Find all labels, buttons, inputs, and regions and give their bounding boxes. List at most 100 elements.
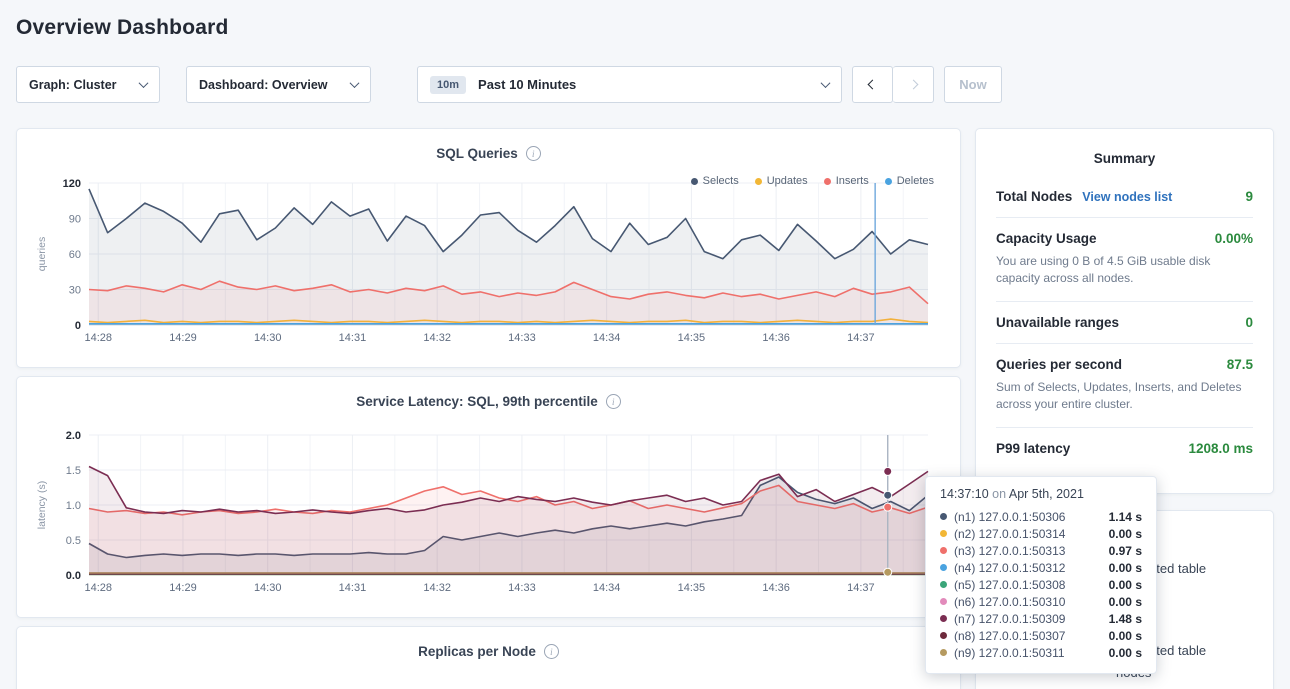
x-tick-label: 14:31 <box>339 582 367 594</box>
view-nodes-list-link[interactable]: View nodes list <box>1082 190 1172 204</box>
node-color-dot <box>940 649 947 656</box>
x-tick-label: 14:29 <box>169 582 197 594</box>
node-color-dot <box>940 632 947 639</box>
x-tick-label: 14:28 <box>84 332 112 344</box>
summary-panel: Summary Total Nodes View nodes list 9 Ca… <box>975 128 1274 494</box>
y-tick-label: 1.0 <box>66 500 81 512</box>
node-address: (n7) 127.0.0.1:50309 <box>954 612 1065 626</box>
time-range-label: Past 10 Minutes <box>478 77 822 92</box>
y-tick-label: 1.5 <box>66 465 81 477</box>
node-latency-value: 1.14 s <box>1109 510 1142 524</box>
node-latency-value: 0.00 s <box>1109 578 1142 592</box>
node-address: (n1) 127.0.0.1:50306 <box>954 510 1065 524</box>
x-tick-label: 14:37 <box>847 582 875 594</box>
tooltip-time: 14:37:10 <box>940 487 989 501</box>
node-color-dot <box>940 598 947 605</box>
info-icon[interactable]: i <box>526 146 541 161</box>
dashboard-selector-label: Dashboard: Overview <box>199 78 328 92</box>
sql-queries-chart-card: SQL Queries i SelectsUpdatesInsertsDelet… <box>16 128 961 368</box>
dashboard-toolbar: Graph: Cluster Dashboard: Overview 10m P… <box>0 66 1290 103</box>
tooltip-node-row: (n8) 127.0.0.1:50307 0.00 s <box>940 627 1142 644</box>
time-step-forward-button[interactable] <box>893 66 934 103</box>
y-tick-label: 90 <box>69 214 81 226</box>
legend-item-selects[interactable]: Selects <box>691 175 739 187</box>
now-button[interactable]: Now <box>944 66 1002 103</box>
summary-title: Summary <box>996 151 1253 166</box>
info-icon[interactable]: i <box>606 394 621 409</box>
y-tick-label: 0.5 <box>66 535 81 547</box>
chevron-down-icon <box>139 78 149 88</box>
node-color-dot <box>940 564 947 571</box>
y-axis-label: queries <box>36 237 48 271</box>
tooltip-node-row: (n4) 127.0.0.1:50312 0.00 s <box>940 559 1142 576</box>
legend-dot <box>824 178 831 185</box>
x-tick-label: 14:28 <box>84 582 112 594</box>
y-tick-label: 0 <box>75 320 81 332</box>
y-tick-label: 60 <box>69 249 81 261</box>
legend-item-updates[interactable]: Updates <box>755 175 808 187</box>
time-range-dropdown[interactable]: 10m Past 10 Minutes <box>417 66 842 103</box>
total-nodes-label: Total Nodes <box>996 189 1072 204</box>
tooltip-date: Apr 5th, 2021 <box>1009 487 1084 501</box>
x-tick-label: 14:36 <box>762 332 790 344</box>
node-latency-value: 0.00 s <box>1109 527 1142 541</box>
capacity-usage-subtext: You are using 0 B of 4.5 GiB usable disk… <box>996 253 1253 288</box>
x-tick-label: 14:30 <box>254 582 282 594</box>
sql-queries-chart[interactable]: 14:2814:2914:3014:3114:3214:3314:3414:35… <box>33 175 944 347</box>
node-address: (n3) 127.0.0.1:50313 <box>954 544 1065 558</box>
x-tick-label: 14:29 <box>169 332 197 344</box>
chevron-down-icon <box>350 78 360 88</box>
tooltip-connector: on <box>992 487 1006 501</box>
replicas-chart-header: Replicas per Node i <box>33 644 944 659</box>
summary-unavailable-ranges: Unavailable ranges 0 <box>996 302 1253 344</box>
graph-selector-label: Graph: Cluster <box>29 78 117 92</box>
x-tick-label: 14:37 <box>847 332 875 344</box>
y-tick-label: 0.0 <box>66 570 81 582</box>
node-latency-value: 0.00 s <box>1109 595 1142 609</box>
node-latency-value: 0.00 s <box>1109 646 1142 660</box>
tooltip-rows: (n1) 127.0.0.1:50306 1.14 s (n2) 127.0.0… <box>940 508 1142 661</box>
chart-legend: Selects Updates Inserts Deletes <box>691 175 934 187</box>
tooltip-node-row: (n6) 127.0.0.1:50310 0.00 s <box>940 593 1142 610</box>
legend-dot <box>755 178 762 185</box>
y-tick-label: 30 <box>69 285 81 297</box>
summary-total-nodes: Total Nodes View nodes list 9 <box>996 176 1253 218</box>
hover-point <box>884 503 892 511</box>
hover-point <box>884 491 892 499</box>
node-latency-value: 1.48 s <box>1109 612 1142 626</box>
p99-latency-value: 1208.0 ms <box>1188 441 1253 456</box>
graph-selector-dropdown[interactable]: Graph: Cluster <box>16 66 160 103</box>
series-area-(n7) 127.0.0.1:50309 <box>89 467 928 576</box>
chart-hover-tooltip: 14:37:10 on Apr 5th, 2021 (n1) 127.0.0.1… <box>925 476 1157 674</box>
node-address: (n5) 127.0.0.1:50308 <box>954 578 1065 592</box>
x-tick-label: 14:32 <box>423 582 451 594</box>
x-tick-label: 14:35 <box>678 332 706 344</box>
service-latency-chart-header: Service Latency: SQL, 99th percentile i <box>33 394 944 409</box>
time-range-badge: 10m <box>430 76 466 94</box>
dashboard-selector-dropdown[interactable]: Dashboard: Overview <box>186 66 371 103</box>
chart-title: Replicas per Node <box>418 644 536 659</box>
service-latency-chart-card: Service Latency: SQL, 99th percentile i … <box>16 376 961 618</box>
node-address: (n2) 127.0.0.1:50314 <box>954 527 1065 541</box>
charts-column: SQL Queries i SelectsUpdatesInsertsDelet… <box>16 128 961 689</box>
hover-point <box>884 568 892 576</box>
info-icon[interactable]: i <box>544 644 559 659</box>
node-color-dot <box>940 547 947 554</box>
legend-item-inserts[interactable]: Inserts <box>824 175 869 187</box>
node-latency-value: 0.00 s <box>1109 561 1142 575</box>
x-tick-label: 14:34 <box>593 582 621 594</box>
service-latency-chart[interactable]: 14:2814:2914:3014:3114:3214:3314:3414:35… <box>33 427 944 597</box>
node-color-dot <box>940 581 947 588</box>
unavailable-ranges-label: Unavailable ranges <box>996 315 1119 330</box>
total-nodes-value: 9 <box>1245 189 1253 204</box>
legend-label: Inserts <box>836 175 869 187</box>
qps-value: 87.5 <box>1227 357 1253 372</box>
node-latency-value: 0.00 s <box>1109 629 1142 643</box>
time-step-back-button[interactable] <box>852 66 893 103</box>
x-tick-label: 14:33 <box>508 332 536 344</box>
node-address: (n8) 127.0.0.1:50307 <box>954 629 1065 643</box>
x-tick-label: 14:31 <box>339 332 367 344</box>
tooltip-node-row: (n9) 127.0.0.1:50311 0.00 s <box>940 644 1142 661</box>
legend-item-deletes[interactable]: Deletes <box>885 175 934 187</box>
replicas-per-node-chart-card: Replicas per Node i <box>16 626 961 689</box>
